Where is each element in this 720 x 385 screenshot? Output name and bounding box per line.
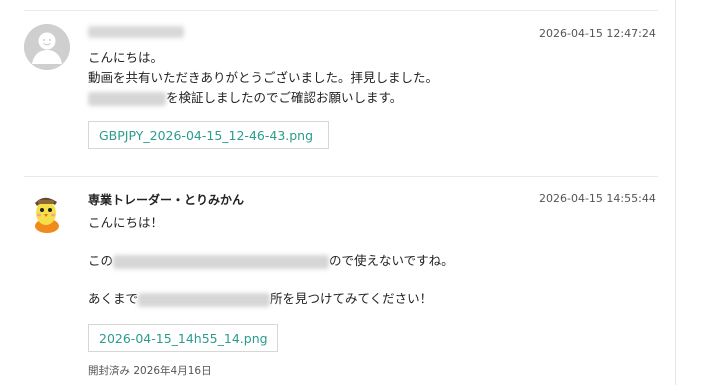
message-line: を検証しましたのでご確認お願いします。 [88,87,402,106]
divider [24,10,658,11]
message-thread: 2026-04-15 12:47:24 こんにちは。 動画を共有いただきありがと… [0,0,720,385]
redacted-text [138,292,271,307]
message-timestamp: 2026-04-15 14:55:44 [539,192,656,205]
attachment-link[interactable]: GBPJPY_2026-04-15_12-46-43.png [88,121,329,149]
message-timestamp: 2026-04-15 12:47:24 [539,27,656,40]
message-line: 動画を共有いただきありがとうございました。拝見しました。 [88,70,439,85]
read-status: 開封済み 2026年4月16日 [88,365,212,377]
user-silhouette-icon [24,24,70,70]
chick-mascot-icon [24,188,70,234]
line-prefix: あくまで [88,291,139,306]
author-name: 専業トレーダー・とりみかん [88,193,245,207]
attachment-link[interactable]: 2026-04-15_14h55_14.png [88,324,278,352]
divider [24,176,658,177]
message-line: あくまで 所を見つけてみてください！ [88,288,432,307]
redacted-text [113,254,330,269]
line-suffix: ので使えないですね。 [329,253,454,268]
line-prefix: この [88,253,114,268]
message-line: こんにちは！ [88,215,164,230]
thread-right-border [675,0,676,385]
author-name-redacted [88,26,184,38]
message-line: この ので使えないですね。 [88,250,454,269]
line-suffix: 所を見つけてみてください！ [270,291,433,306]
message-line: こんにちは。 [88,50,164,65]
redacted-text [88,91,166,106]
line-suffix: を検証しましたのでご確認お願いします。 [166,90,403,105]
